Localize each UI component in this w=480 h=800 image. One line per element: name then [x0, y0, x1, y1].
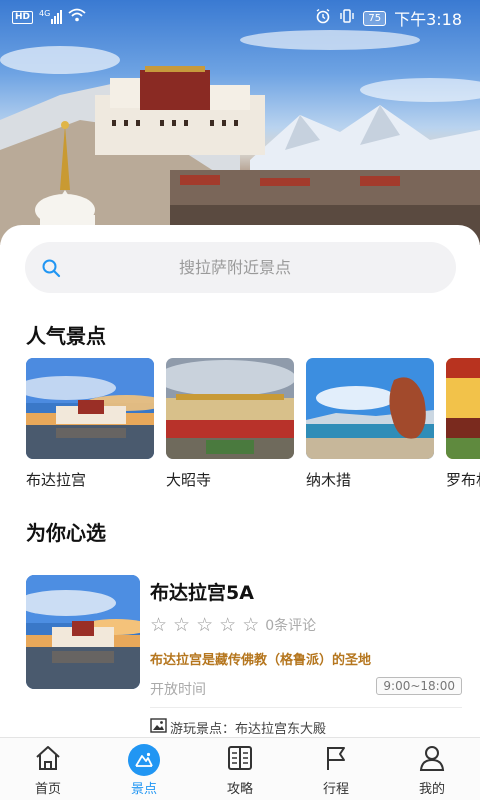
- star-icon: ☆: [242, 614, 260, 636]
- clock: 下午3:18: [394, 10, 462, 29]
- recommend-card[interactable]: 布达拉宫5A ☆ ☆ ☆ ☆ ☆ 0条评论 布达拉宫是藏传佛教（格鲁派）的圣地 …: [26, 575, 466, 737]
- nav-item-guide[interactable]: 攻略: [192, 738, 288, 800]
- spot-name: 罗布林: [446, 471, 480, 489]
- status-bar: HD 4G 75 下午3:18: [0, 0, 480, 34]
- spot-name: 布达拉宫: [26, 471, 87, 489]
- battery-indicator: 75: [363, 10, 387, 26]
- guide-book-icon: [226, 744, 254, 776]
- search-bar[interactable]: [25, 242, 456, 293]
- search-input[interactable]: [85, 242, 385, 293]
- review-count: 0条评论: [265, 618, 317, 634]
- recommend-description: 布达拉宫是藏传佛教（格鲁派）的圣地: [150, 653, 372, 668]
- star-icon: ☆: [173, 614, 191, 636]
- profile-icon: [418, 744, 446, 776]
- sub-attraction: 游玩景点：布达拉宫东大殿: [150, 718, 326, 737]
- popular-spot-card[interactable]: 纳木措: [306, 358, 434, 490]
- spot-name: 纳木措: [306, 471, 352, 489]
- hd-badge: HD: [12, 10, 34, 24]
- nav-item-trip[interactable]: 行程: [288, 738, 384, 800]
- bottom-nav: 首页 景点 攻略 行程 我的: [0, 737, 480, 800]
- nav-item-scenic[interactable]: 景点: [96, 738, 192, 800]
- search-icon: [41, 258, 61, 282]
- signal-icon: 4G: [39, 9, 63, 24]
- vibrate-icon: [339, 8, 355, 28]
- recommend-thumbnail: [26, 575, 140, 689]
- content-sheet: 人气景点 布达拉宫: [0, 225, 480, 737]
- scenic-icon: [128, 744, 160, 776]
- recommend-title: 布达拉宫5A: [150, 582, 254, 604]
- popular-spot-card[interactable]: 大昭寺: [166, 358, 294, 490]
- recommend-section-title: 为你心选: [26, 521, 106, 545]
- nav-label: 景点: [130, 782, 157, 797]
- spot-thumbnail: [306, 358, 434, 459]
- alarm-icon: [315, 8, 331, 28]
- nav-label: 首页: [34, 782, 61, 797]
- popular-spot-card[interactable]: 罗布林: [446, 358, 480, 490]
- divider: [150, 707, 462, 708]
- network-type: 4G: [39, 9, 51, 18]
- nav-item-profile[interactable]: 我的: [384, 738, 480, 800]
- star-icon: ☆: [219, 614, 237, 636]
- spot-thumbnail: [26, 358, 154, 459]
- nav-label: 我的: [418, 782, 445, 797]
- star-icon: ☆: [150, 614, 168, 636]
- opening-hours-label: 开放时间: [150, 682, 206, 698]
- star-icon: ☆: [196, 614, 214, 636]
- sub-attraction-text: 游玩景点：布达拉宫东大殿: [170, 722, 327, 737]
- home-icon: [34, 744, 62, 776]
- spot-thumbnail: [446, 358, 480, 459]
- nav-label: 攻略: [226, 782, 253, 797]
- rating-stars: ☆ ☆ ☆ ☆ ☆ 0条评论: [150, 615, 316, 635]
- hero-banner-image: [0, 0, 480, 245]
- spot-thumbnail: [166, 358, 294, 459]
- image-icon: [150, 718, 167, 737]
- spot-name: 大昭寺: [166, 471, 212, 489]
- nav-label: 行程: [322, 782, 349, 797]
- nav-item-home[interactable]: 首页: [0, 738, 96, 800]
- wifi-icon: [68, 8, 86, 26]
- flag-icon: [322, 744, 350, 776]
- opening-hours-badge: 9:00~18:00: [376, 677, 462, 695]
- popular-section-title: 人气景点: [26, 324, 106, 348]
- popular-spots-list: 布达拉宫 大昭寺 纳木措 罗布: [26, 358, 480, 498]
- popular-spot-card[interactable]: 布达拉宫: [26, 358, 154, 490]
